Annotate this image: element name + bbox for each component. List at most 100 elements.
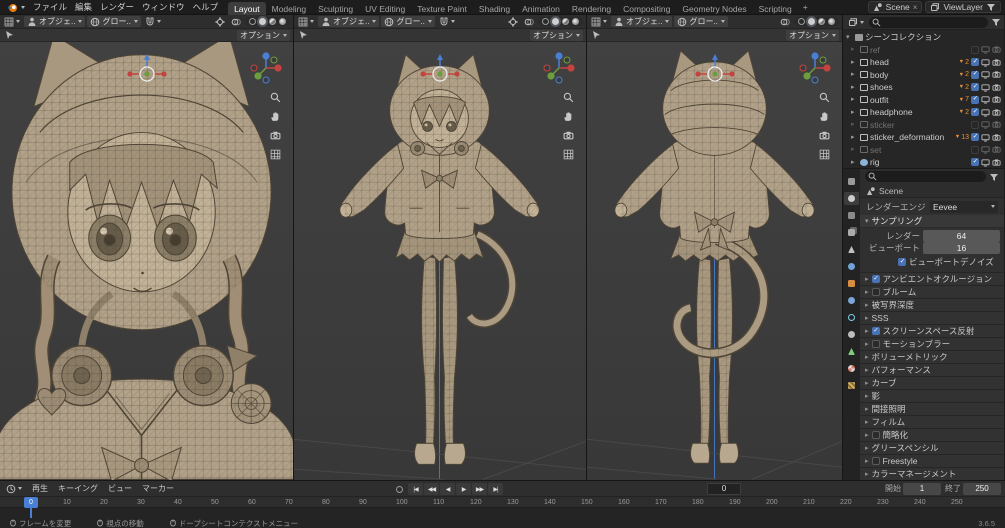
collapsed-panel-header[interactable]: ブルーム [860,286,1004,298]
transform-orientation-dropdown[interactable]: グロー.. [674,16,728,27]
viewport-canvas[interactable] [587,42,842,480]
wireframe-shading-button[interactable] [798,18,805,25]
wireframe-shading-button[interactable] [249,18,256,25]
timeline-ruler[interactable]: 0 10 20 30 40 50 60 70 80 90 100 110 120 130 140 150 160… [0,497,1005,518]
properties-tab[interactable] [844,175,859,188]
show-overlays-toggle[interactable] [229,16,243,27]
expand-arrow-icon[interactable] [851,109,858,116]
move-view-icon[interactable] [270,111,281,122]
workspace-tab[interactable]: Compositing [617,2,676,15]
exclude-checkbox[interactable] [971,133,979,142]
exclude-checkbox[interactable] [971,120,979,129]
expand-arrow-icon[interactable] [846,34,853,41]
zoom-icon[interactable] [819,92,830,103]
timeline-menu-item[interactable]: キーイング [54,483,102,494]
show-overlays-toggle[interactable] [522,16,536,27]
viewlayer-selector[interactable]: ViewLayer [925,1,1001,13]
workspace-tab[interactable]: Sculpting [312,2,359,15]
solid-shading-button[interactable] [808,18,815,25]
exclude-checkbox[interactable] [971,108,979,117]
unlink-scene-icon[interactable] [913,2,918,12]
auto-keying-toggle[interactable] [396,485,403,493]
outliner-filter-icon[interactable] [991,17,1001,27]
mode-dropdown[interactable]: オブジェ.. [318,16,380,27]
active-tool-icon[interactable] [590,30,604,41]
collapsed-panel-header[interactable]: ボリューメトリック [860,351,1004,363]
transport-button[interactable]: ◀◀ [424,483,439,495]
properties-tab[interactable] [844,226,859,239]
exclude-checkbox[interactable] [971,70,979,79]
workspace-tab[interactable]: Animation [516,2,566,15]
viewport-visibility-icon[interactable] [981,45,990,54]
outliner-row[interactable]: head 2 [843,56,1004,69]
value-slider[interactable]: 64 [923,230,1000,242]
render-visibility-icon[interactable] [992,83,1001,92]
playhead[interactable]: 0 [24,497,38,518]
exclude-checkbox[interactable] [971,45,979,54]
menu-item[interactable]: ファイル [29,1,71,13]
show-gizmo-toggle[interactable] [213,16,227,27]
expand-arrow-icon[interactable] [851,71,858,78]
editor-type-button[interactable] [589,16,609,27]
camera-view-icon[interactable] [819,130,830,141]
active-tool-icon[interactable] [3,30,17,41]
properties-tab[interactable] [844,277,859,290]
collapsed-panel-header[interactable]: Freestyle [860,455,1004,467]
outliner-row[interactable]: シーンコレクション [843,31,1004,44]
move-gizmo[interactable] [694,54,735,90]
viewlayer-filter-icon[interactable] [986,2,996,12]
tool-options-dropdown[interactable]: オプション [786,29,839,41]
show-overlays-toggle[interactable] [778,16,792,27]
collapsed-panel-header[interactable]: SSS [860,312,1004,324]
navigation-gizmo[interactable] [248,50,284,86]
tool-options-dropdown[interactable]: オプション [530,29,583,41]
viewport-visibility-icon[interactable] [981,145,990,154]
panel-checkbox[interactable] [871,457,880,465]
outliner-editor-button[interactable] [846,17,866,28]
move-gizmo[interactable] [126,54,167,90]
properties-tab[interactable] [844,260,859,273]
timeline-menu-item[interactable]: マーカー [138,483,178,494]
panel-checkbox[interactable] [871,288,880,296]
viewport-visibility-icon[interactable] [981,83,990,92]
workspace-tab[interactable]: Texture Paint [411,2,473,15]
panel-checkbox[interactable] [871,275,880,283]
snap-toggle[interactable] [437,16,457,27]
mode-dropdown[interactable]: オブジェ.. [611,16,673,27]
add-workspace-button[interactable]: + [799,2,812,12]
transport-button[interactable]: ▶ [456,483,471,495]
collapsed-panel-header[interactable]: カーブ [860,377,1004,389]
collapsed-panel-header[interactable]: グリースペンシル [860,442,1004,454]
viewport-visibility-icon[interactable] [981,108,990,117]
wireframe-shading-button[interactable] [542,18,549,25]
solid-shading-button[interactable] [552,18,559,25]
render-visibility-icon[interactable] [992,158,1001,167]
transport-button[interactable]: ▶▶ [472,483,487,495]
outliner-row[interactable]: sticker [843,119,1004,132]
exclude-checkbox[interactable] [971,158,979,167]
show-gizmo-toggle[interactable] [506,16,520,27]
toggle-ortho-icon[interactable] [563,149,574,160]
render-visibility-icon[interactable] [992,133,1001,142]
zoom-icon[interactable] [563,92,574,103]
frame-start-field[interactable]: 1 [903,482,941,495]
menu-item[interactable]: ウィンドウ [138,1,189,13]
rendered-shading-button[interactable] [828,18,835,25]
panel-checkbox[interactable] [871,327,880,335]
collapsed-panel-header[interactable]: モーションブラー [860,338,1004,350]
expand-arrow-icon[interactable] [851,121,858,128]
camera-view-icon[interactable] [270,130,281,141]
properties-search-input[interactable] [865,171,986,183]
render-visibility-icon[interactable] [992,45,1001,54]
viewport-denoise-checkbox[interactable] [898,258,906,266]
collapsed-panel-header[interactable]: パフォーマンス [860,364,1004,376]
exclude-checkbox[interactable] [971,83,979,92]
expand-arrow-icon[interactable] [851,59,858,66]
transport-button[interactable]: ▶| [488,483,503,495]
solid-shading-button[interactable] [259,18,266,25]
snap-toggle[interactable] [143,16,163,27]
workspace-tab[interactable]: Rendering [566,2,617,15]
zoom-icon[interactable] [270,92,281,103]
workspace-tab[interactable]: Modeling [266,2,313,15]
navigation-gizmo[interactable] [797,50,833,86]
